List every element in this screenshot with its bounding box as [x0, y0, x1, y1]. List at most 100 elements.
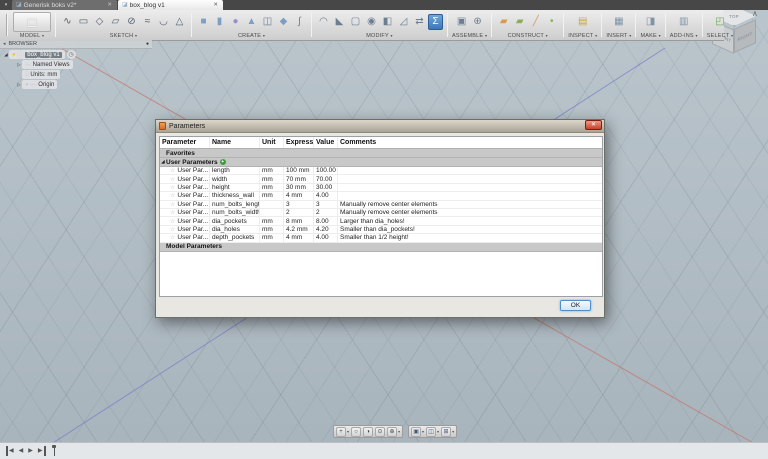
make-icon[interactable]: ◨: [643, 14, 658, 30]
cell-expression[interactable]: 70 mm: [284, 175, 314, 183]
cell-expression[interactable]: 100 mm: [284, 167, 314, 175]
display-settings-button[interactable]: ▣ ▾: [410, 426, 425, 437]
cell-comments[interactable]: [338, 184, 602, 191]
construct-axis-icon[interactable]: ╱: [528, 14, 543, 30]
favorite-star-icon[interactable]: ☆: [170, 201, 175, 208]
browser-header[interactable]: ◂ BROWSER ●: [0, 40, 152, 49]
free-orbit-button[interactable]: ◑: [362, 426, 374, 437]
timeline-playhead[interactable]: [52, 445, 56, 456]
play-button[interactable]: ▶: [26, 446, 36, 456]
look-at-button[interactable]: ⊙: [374, 426, 386, 437]
create-cylinder-icon[interactable]: ▮: [212, 14, 227, 30]
browser-options-icon[interactable]: ●: [146, 41, 149, 47]
toolbar-group-label[interactable]: ADD-INS ▾: [670, 32, 698, 40]
group-row-model-parameters[interactable]: Model Parameters: [160, 242, 602, 252]
tab-close-icon[interactable]: ✕: [106, 2, 113, 8]
toolbar-group-label[interactable]: MAKE ▾: [640, 32, 660, 40]
favorite-star-icon[interactable]: ☆: [170, 176, 175, 183]
toolbar-group-label[interactable]: CONSTRUCT ▾: [508, 32, 548, 40]
sketch-spline-icon[interactable]: ∿: [60, 14, 75, 30]
add-parameter-icon[interactable]: +: [219, 159, 226, 165]
tree-item-chip[interactable]: ● ▢ box_blog v1: [9, 50, 65, 59]
change-parameters-icon[interactable]: Σ: [428, 13, 443, 30]
favorite-star-icon[interactable]: ☆: [170, 184, 175, 191]
pan-button[interactable]: + ▾: [335, 426, 350, 437]
favorite-star-icon[interactable]: ☆: [170, 192, 175, 199]
step-back-button[interactable]: ◀: [16, 446, 26, 456]
chevron-down-icon[interactable]: ▾: [398, 429, 400, 434]
layout-grid-button[interactable]: ⊞ ▾: [440, 426, 455, 437]
toolbar-group-label[interactable]: MODIFY ▾: [366, 32, 392, 40]
modify-shell-icon[interactable]: ▢: [348, 14, 363, 30]
parameter-row-dia_holes[interactable]: ☆ User Par... dia_holes mm 4.2 mm 4.20 Smaller…: [160, 225, 602, 235]
toolbar-grip[interactable]: [6, 14, 8, 36]
lightbulb-off-icon[interactable]: ●: [25, 82, 29, 88]
cell-comments[interactable]: Smaller than dia_pockets!: [338, 226, 602, 233]
app-menu-icon[interactable]: ▾: [0, 0, 12, 10]
orbit-button[interactable]: ○: [350, 426, 362, 437]
modify-draft-icon[interactable]: ◿: [396, 14, 411, 30]
go-to-start-button[interactable]: ◀: [6, 446, 16, 456]
construct-midplane-icon[interactable]: ▰: [512, 14, 527, 30]
assemble-joint-icon[interactable]: ⊕: [470, 14, 485, 30]
cell-expression[interactable]: 3: [284, 200, 314, 208]
inspect-measure-icon[interactable]: ▤: [575, 14, 590, 30]
tree-item-chip[interactable]: ▭ Named Views: [22, 60, 73, 69]
add-ins-icon[interactable]: ▥: [676, 14, 691, 30]
sketch-rectangle-icon[interactable]: ▭: [76, 14, 91, 30]
dialog-close-button[interactable]: ✕: [585, 120, 602, 130]
model-workspace-cube-icon[interactable]: ◻: [13, 11, 51, 32]
toolbar-group-label[interactable]: ASSEMBLE ▾: [452, 32, 487, 40]
favorite-star-icon[interactable]: ☆: [170, 167, 175, 174]
cell-name[interactable]: num_bolts_length: [210, 200, 260, 208]
cell-comments[interactable]: [338, 192, 602, 199]
create-loft-icon[interactable]: ◆: [276, 14, 291, 30]
tab-close-icon[interactable]: ✕: [212, 2, 219, 8]
modify-chamfer-icon[interactable]: ◣: [332, 14, 347, 30]
modify-combine-icon[interactable]: ◉: [364, 14, 379, 30]
cell-comments[interactable]: Manually remove center elements: [338, 201, 602, 208]
lightbulb-on-icon[interactable]: ●: [12, 52, 16, 58]
cell-name[interactable]: thickness_wall: [210, 192, 260, 200]
modify-split-body-icon[interactable]: ◧: [380, 14, 395, 30]
sketch-slot-icon[interactable]: ▱: [108, 14, 123, 30]
parameter-row-dia_pockets[interactable]: ☆ User Par... dia_pockets mm 8 mm 8.00 Larger …: [160, 217, 602, 226]
cell-comments[interactable]: [338, 167, 602, 174]
parameter-row-depth_pockets[interactable]: ☆ User Par... depth_pockets mm 4 mm 4.00 Small…: [160, 234, 602, 243]
favorite-star-icon[interactable]: ☆: [170, 234, 175, 241]
cell-comments[interactable]: Smaller than 1/2 height!: [338, 234, 602, 241]
cell-name[interactable]: dia_pockets: [210, 217, 260, 225]
viewports-button[interactable]: ◫ ▾: [425, 426, 440, 437]
create-coil-icon[interactable]: ∫: [292, 14, 307, 30]
chevron-down-icon[interactable]: ▾: [347, 429, 349, 434]
construct-offset-plane-icon[interactable]: ▰: [496, 14, 511, 30]
browser-tree-item[interactable]: ▷ ▭ Named Views: [0, 60, 170, 69]
cell-expression[interactable]: 4 mm: [284, 234, 314, 242]
cell-expression[interactable]: 4 mm: [284, 192, 314, 200]
create-mirror-icon[interactable]: ◫: [260, 14, 275, 30]
toolbar-group-label[interactable]: INSPECT ▾: [568, 32, 597, 40]
sketch-arc-icon[interactable]: ◡: [156, 14, 171, 30]
tree-item-chip[interactable]: ▯ Units: mm: [22, 70, 61, 79]
browser-tree-item[interactable]: ▷ ● ▭ Origin: [0, 80, 170, 89]
group-row-user-parameters[interactable]: ◢ User Parameters +: [160, 158, 602, 167]
toolbar-group-label[interactable]: CREATE ▾: [238, 32, 265, 40]
parameter-row-num_bolts_length[interactable]: ☆ User Par... num_bolts_length 3 3 Manually r…: [160, 200, 602, 209]
favorite-star-icon[interactable]: ☆: [170, 209, 175, 216]
zoom-button[interactable]: ⊕ ▾: [386, 426, 401, 437]
cell-name[interactable]: width: [210, 175, 260, 183]
favorite-star-icon[interactable]: ☆: [170, 218, 175, 225]
cell-comments[interactable]: Larger than dia_holes!: [338, 217, 602, 225]
toolbar-group-label[interactable]: SKETCH ▾: [110, 32, 137, 40]
toolbar-group-label[interactable]: INSERT ▾: [606, 32, 631, 40]
go-to-end-button[interactable]: ▶: [35, 446, 46, 456]
browser-tree-item[interactable]: ▯ Units: mm: [0, 70, 170, 79]
sketch-fit-curve-icon[interactable]: ≈: [140, 14, 155, 30]
create-form-icon[interactable]: ●: [228, 14, 243, 30]
create-box-icon[interactable]: ■: [196, 14, 211, 30]
cell-comments[interactable]: Manually remove center elements: [338, 209, 602, 216]
construct-point-icon[interactable]: •: [544, 14, 559, 30]
cell-comments[interactable]: [338, 175, 602, 182]
cell-name[interactable]: num_bolts_width: [210, 208, 260, 217]
sketch-3d-icon[interactable]: △: [172, 14, 187, 30]
